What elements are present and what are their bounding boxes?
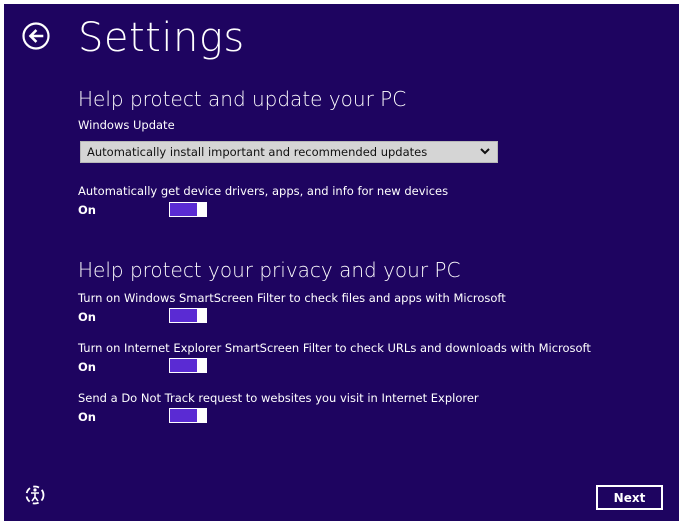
next-button[interactable]: Next (596, 485, 663, 510)
ease-of-access-button[interactable] (24, 484, 46, 506)
section-heading-update: Help protect and update your PC (78, 87, 407, 111)
smartscreen-ie-state: On (78, 360, 96, 374)
drivers-state: On (78, 203, 96, 217)
chevron-down-icon (480, 148, 490, 155)
settings-page: Settings Help protect and update your PC… (4, 4, 679, 521)
windows-update-dropdown[interactable]: Automatically install important and reco… (80, 141, 498, 163)
windows-update-selected: Automatically install important and reco… (87, 145, 428, 159)
back-button[interactable] (22, 22, 50, 50)
smartscreen-windows-state: On (78, 310, 96, 324)
smartscreen-windows-toggle[interactable] (169, 308, 207, 323)
do-not-track-state: On (78, 410, 96, 424)
section-heading-privacy: Help protect your privacy and your PC (78, 258, 461, 282)
toggle-thumb (197, 202, 207, 217)
ease-of-access-icon (25, 485, 45, 505)
toggle-thumb (197, 308, 207, 323)
do-not-track-toggle[interactable] (169, 408, 207, 423)
toggle-thumb (197, 358, 207, 373)
smartscreen-ie-label: Turn on Internet Explorer SmartScreen Fi… (78, 341, 591, 355)
page-title: Settings (78, 15, 245, 61)
smartscreen-ie-toggle[interactable] (169, 358, 207, 373)
smartscreen-windows-label: Turn on Windows SmartScreen Filter to ch… (78, 291, 506, 305)
back-arrow-icon (22, 22, 50, 50)
do-not-track-label: Send a Do Not Track request to websites … (78, 391, 479, 405)
drivers-label: Automatically get device drivers, apps, … (78, 184, 449, 198)
toggle-thumb (197, 408, 207, 423)
drivers-toggle[interactable] (169, 202, 207, 217)
windows-update-label: Windows Update (78, 118, 175, 132)
